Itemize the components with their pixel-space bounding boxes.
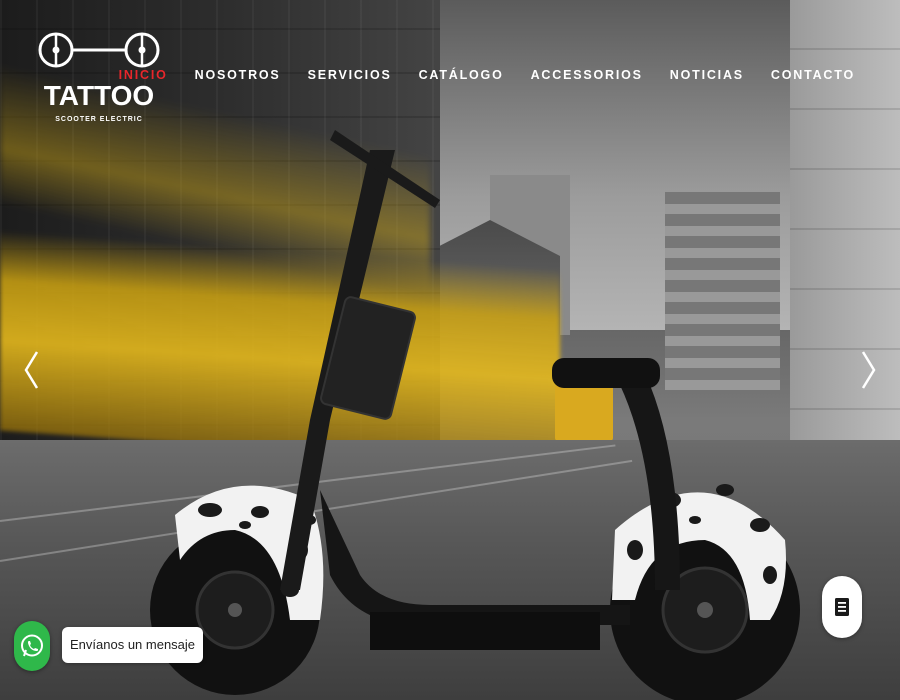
nav-item-accessorios[interactable]: ACCESSORIOS [531, 66, 643, 84]
brand-tagline: SCOOTER ELECTRIC [55, 116, 143, 123]
brand-name: TATTOO [43, 80, 155, 111]
whatsapp-button[interactable] [14, 621, 50, 671]
slider-next-button[interactable] [858, 350, 878, 390]
whatsapp-message-bubble[interactable]: Envíanos un mensaje [62, 627, 204, 663]
chevron-right-icon [861, 351, 876, 389]
nav-item-servicios[interactable]: SERVICIOS [308, 66, 392, 84]
scooter-image [150, 130, 800, 700]
chevron-left-icon [24, 351, 39, 389]
nav-item-catalogo[interactable]: CATÁLOGO [419, 66, 504, 84]
slider-prev-button[interactable] [22, 350, 42, 390]
document-icon [835, 598, 849, 616]
main-nav: INICIO NOSOTROS SERVICIOS CATÁLOGO ACCES… [92, 66, 855, 84]
nav-item-contacto[interactable]: CONTACTO [771, 66, 855, 84]
document-button[interactable] [822, 576, 862, 638]
nav-item-noticias[interactable]: NOTICIAS [670, 66, 744, 84]
nav-item-nosotros[interactable]: NOSOTROS [195, 66, 281, 84]
nav-item-inicio[interactable]: INICIO [119, 66, 168, 84]
whatsapp-icon [21, 634, 43, 657]
